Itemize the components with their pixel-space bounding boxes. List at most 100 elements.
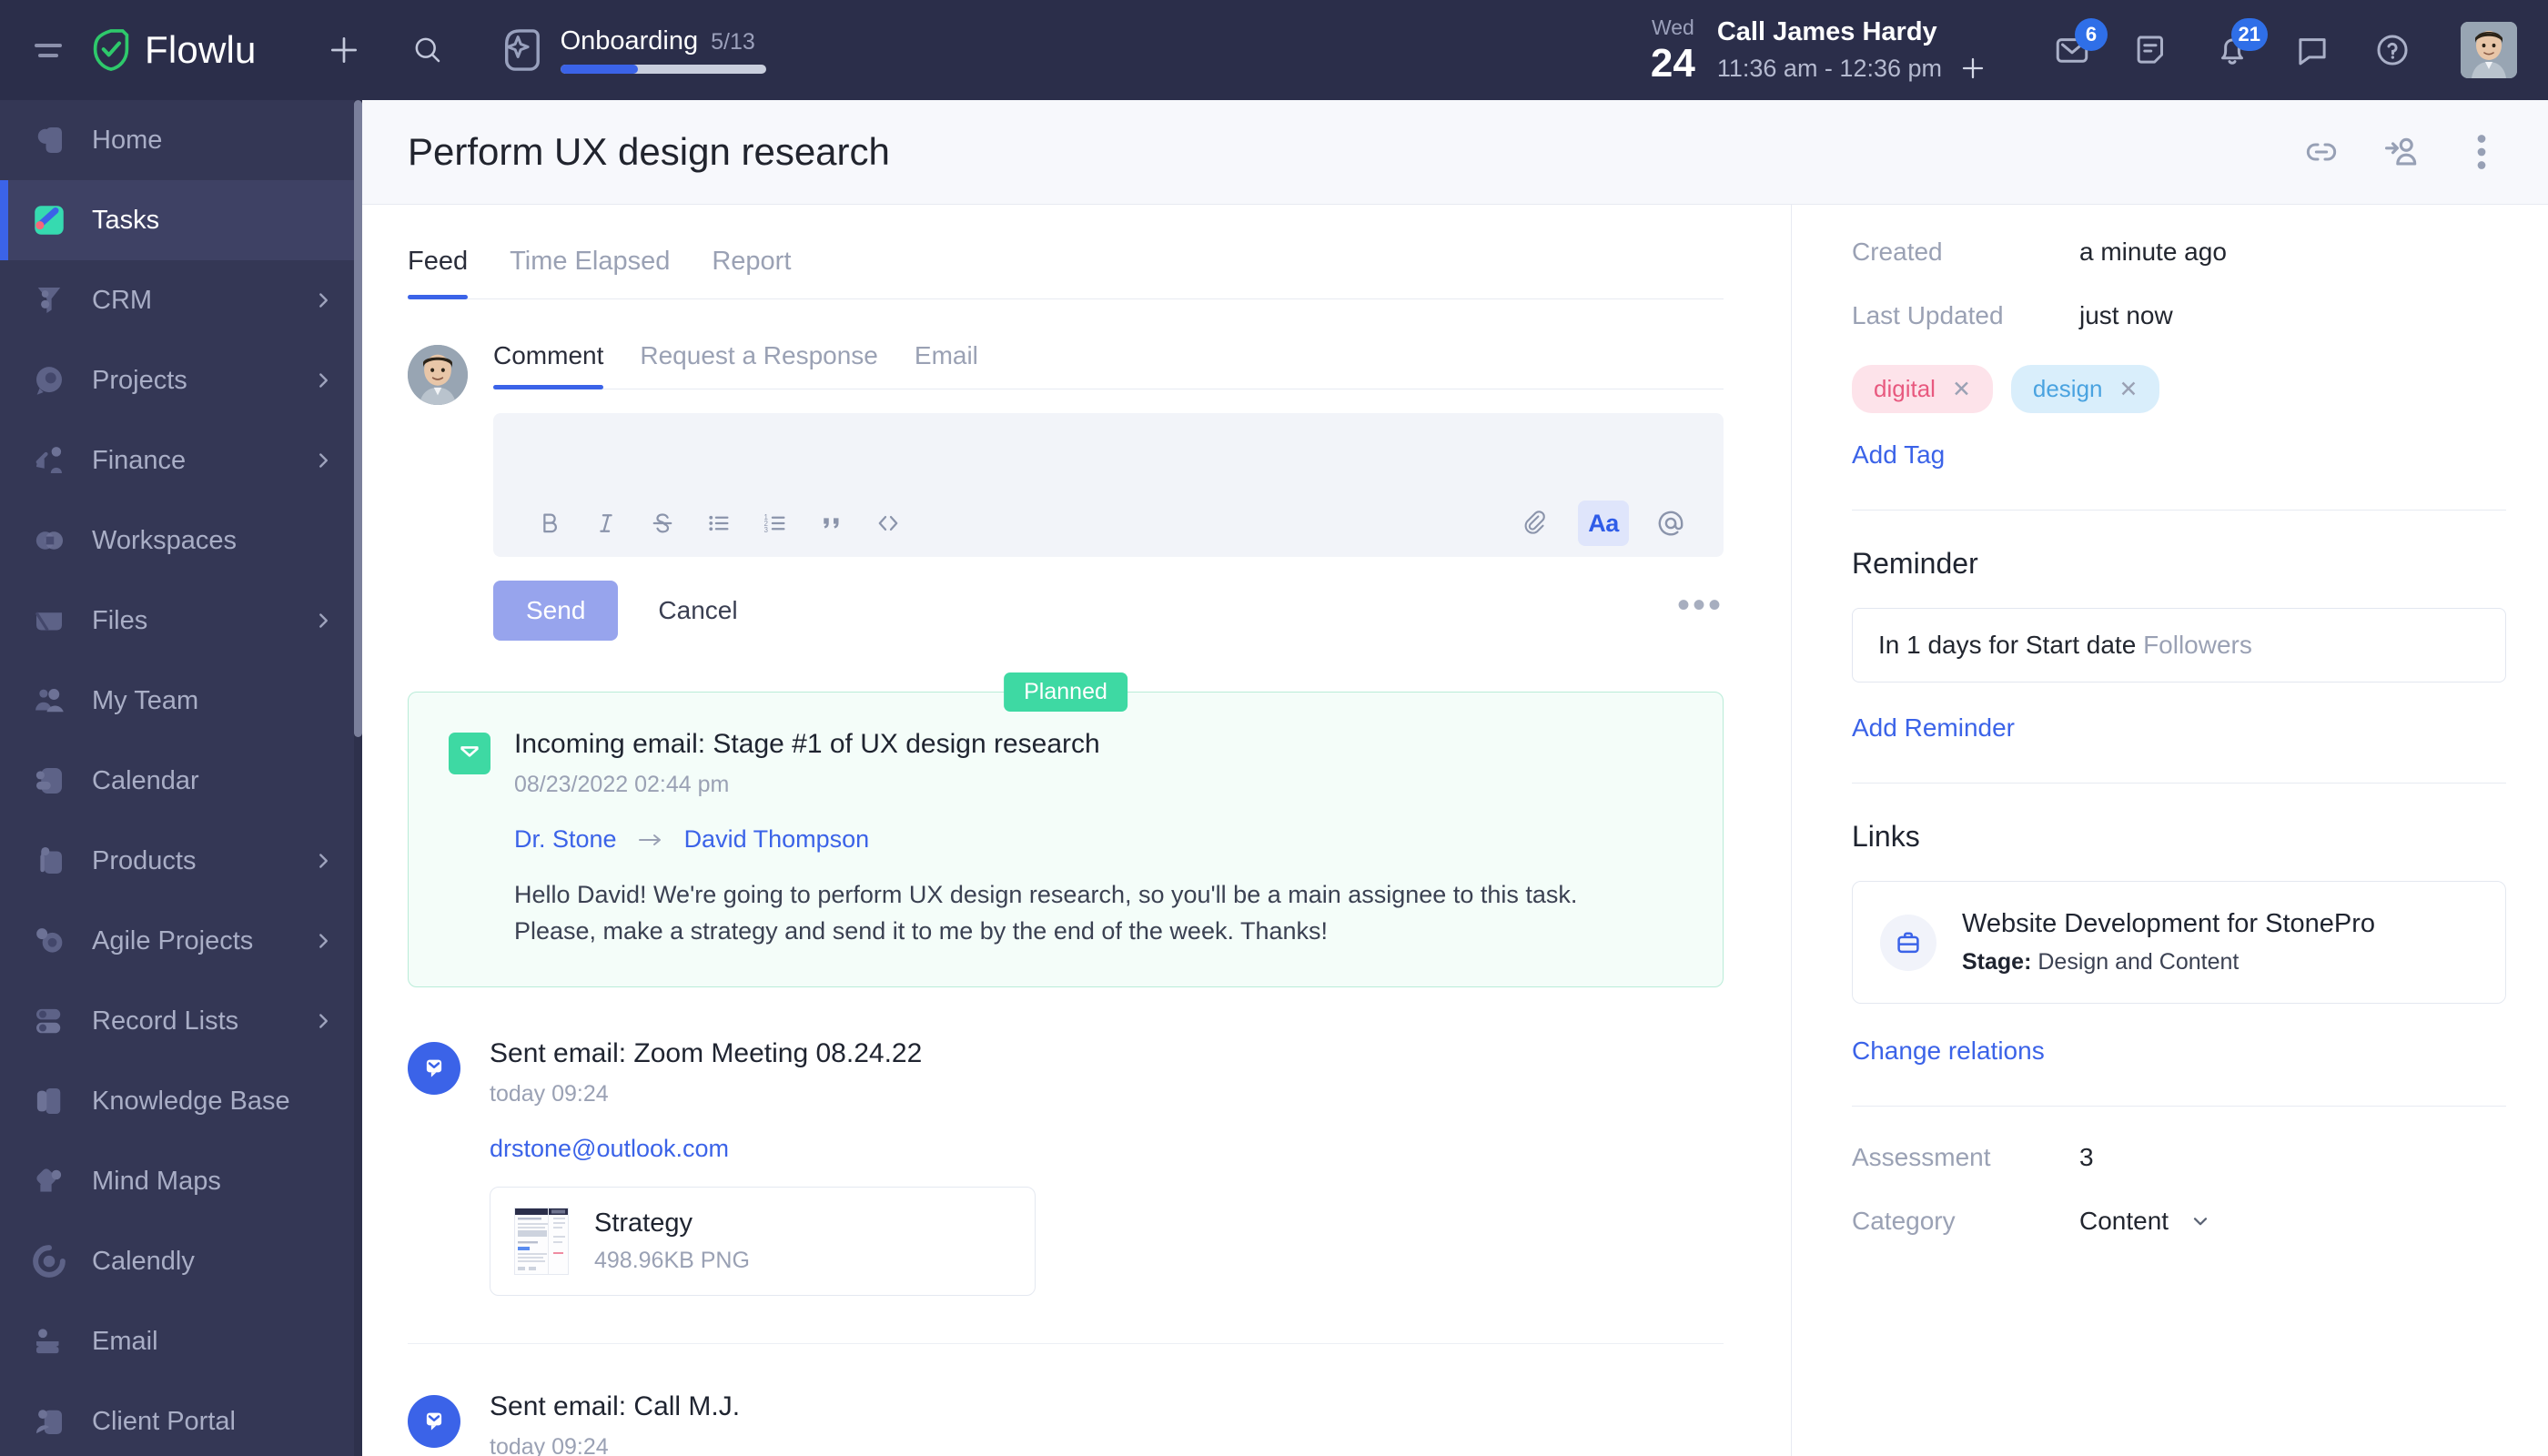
sidebar-item-label: Files — [92, 605, 148, 635]
strikethrough-icon[interactable] — [641, 501, 684, 545]
chevron-right-icon[interactable] — [311, 1009, 335, 1033]
email-to-link[interactable]: David Thompson — [684, 825, 870, 854]
sidebar-item-workspaces[interactable]: Workspaces — [0, 500, 362, 581]
italic-icon[interactable] — [584, 501, 628, 545]
bulleted-list-icon[interactable] — [697, 501, 741, 545]
sidebar-item-knowledge-base[interactable]: Knowledge Base — [0, 1061, 362, 1141]
add-assignee-icon[interactable] — [2379, 129, 2424, 175]
feed-email-card[interactable]: Planned Incoming email: Stage #1 of UX d… — [408, 672, 1724, 987]
composer-tab-request-a-response[interactable]: Request a Response — [640, 341, 878, 389]
add-tag-button[interactable]: Add Tag — [1852, 440, 1945, 470]
attachment-icon[interactable] — [1514, 501, 1558, 545]
chevron-right-icon[interactable] — [311, 849, 335, 873]
sidebar-item-products[interactable]: Products — [0, 821, 362, 901]
comment-editor[interactable]: 1 2 3 Aa — [493, 413, 1724, 557]
bell-icon[interactable]: 21 — [2208, 18, 2268, 75]
feed-row[interactable]: Sent email: Call M.J. today 09:24 taskee… — [408, 1391, 1724, 1456]
chevron-right-icon[interactable] — [311, 369, 335, 392]
bold-icon[interactable] — [528, 501, 571, 545]
sidebar-item-crm[interactable]: CRM — [0, 260, 362, 340]
composer-tab-comment[interactable]: Comment — [493, 341, 604, 389]
text-format-icon[interactable]: Aa — [1578, 500, 1629, 546]
link-card[interactable]: Website Development for StonePro Stage: … — [1852, 881, 2506, 1004]
link-icon[interactable] — [2299, 129, 2344, 175]
mail-icon[interactable]: 6 — [2048, 18, 2108, 75]
comment-composer: Comment Request a Response Email 1 2 3 A… — [408, 341, 1724, 641]
sidebar-item-files[interactable]: Files — [0, 581, 362, 661]
calendar-event-widget[interactable]: Wed 24 Call James Hardy 11:36 am - 12:36… — [1651, 16, 1987, 84]
chevron-right-icon[interactable] — [311, 449, 335, 472]
attachment-card[interactable]: Strategy 498.96KB PNG — [490, 1186, 1036, 1296]
sidebar-item-home[interactable]: Home — [0, 100, 362, 180]
tag-design[interactable]: design ✕ — [2010, 365, 2160, 413]
search-icon[interactable] — [402, 25, 453, 76]
sidebar-item-tasks[interactable]: Tasks — [0, 180, 362, 260]
sidebar-item-label: Knowledge Base — [92, 1086, 290, 1116]
reminder-field[interactable]: In 1 days for Start date Followers — [1852, 608, 2506, 682]
feed-row-body: Sent email: Zoom Meeting 08.24.22 today … — [490, 1038, 1036, 1296]
assessment-label: Assessment — [1852, 1143, 1991, 1171]
notes-icon[interactable] — [2128, 25, 2177, 75]
chevron-right-icon — [319, 293, 328, 308]
composer-tab-email[interactable]: Email — [915, 341, 978, 389]
sidebar-scrollbar-track[interactable] — [354, 100, 362, 1456]
sidebar-scrollbar-thumb[interactable] — [354, 100, 362, 737]
help-icon[interactable] — [2368, 25, 2417, 75]
more-vertical-icon[interactable] — [2459, 129, 2504, 175]
sidebar-item-finance[interactable]: Finance — [0, 420, 362, 500]
event-add-icon[interactable] — [1958, 54, 1987, 83]
hamburger-icon[interactable] — [35, 36, 66, 64]
sidebar-item-projects[interactable]: Projects — [0, 340, 362, 420]
composer-more-icon[interactable]: ••• — [1677, 587, 1724, 634]
add-reminder-button[interactable]: Add Reminder — [1852, 713, 2015, 743]
close-icon[interactable]: ✕ — [2119, 376, 2138, 403]
feed-row-email-link[interactable]: drstone@outlook.com — [490, 1135, 1036, 1163]
sidebar-item-label: Agile Projects — [92, 925, 254, 956]
app-body: Home Tasks CRM Projects Finance Workspaces Fil… — [0, 100, 2548, 1456]
sidebar-item-my-team[interactable]: My Team — [0, 661, 362, 741]
tab-feed[interactable]: Feed — [408, 247, 469, 299]
tab-time-elapsed[interactable]: Time Elapsed — [510, 247, 670, 298]
onboarding-widget[interactable]: Onboarding 5/13 — [500, 26, 766, 74]
numbered-list-icon[interactable]: 1 2 3 — [753, 501, 797, 545]
mention-icon[interactable] — [1649, 501, 1693, 545]
chevron-right-icon[interactable] — [311, 288, 335, 312]
tag-digital[interactable]: digital ✕ — [1852, 365, 1993, 413]
code-icon[interactable] — [866, 501, 910, 545]
links-heading: Links — [1852, 820, 1920, 853]
topbar-actions: 6 21 — [2048, 18, 2517, 78]
brand-logo[interactable]: Flowlu — [91, 28, 257, 72]
feed-row-body: Sent email: Call M.J. today 09:24 taskee… — [490, 1391, 740, 1456]
chevron-right-icon[interactable] — [311, 929, 335, 953]
cancel-button[interactable]: Cancel — [658, 596, 737, 625]
tab-report[interactable]: Report — [712, 247, 791, 298]
feed-row[interactable]: Sent email: Zoom Meeting 08.24.22 today … — [408, 1038, 1724, 1344]
chat-icon[interactable] — [2288, 25, 2337, 75]
plus-glyph — [330, 36, 357, 64]
close-icon[interactable]: ✕ — [1952, 376, 1971, 403]
sidebar-item-calendar[interactable]: Calendar — [0, 741, 362, 821]
assessment-value: 3 — [2079, 1143, 2094, 1171]
flowlu-check-icon — [93, 29, 129, 71]
category-select[interactable]: Content — [2079, 1207, 2212, 1236]
team-icon — [29, 681, 69, 721]
sidebar-item-email[interactable]: Email — [0, 1301, 362, 1381]
chevron-right-icon[interactable] — [311, 609, 335, 632]
plus-icon[interactable] — [318, 25, 369, 76]
feed-card-texts: Incoming email: Stage #1 of UX design re… — [514, 729, 1577, 950]
editor-toolbar-right: Aa — [1514, 500, 1693, 546]
sidebar-item-record-lists[interactable]: Record Lists — [0, 981, 362, 1061]
knowledge-icon — [29, 1081, 69, 1121]
sidebar-item-mind-maps[interactable]: Mind Maps — [0, 1141, 362, 1221]
avatar[interactable] — [2461, 22, 2517, 78]
sidebar-item-label: Home — [92, 125, 163, 155]
email-from-link[interactable]: Dr. Stone — [514, 825, 617, 854]
quote-icon[interactable] — [810, 501, 854, 545]
change-relations-button[interactable]: Change relations — [1852, 1036, 2045, 1066]
sidebar-item-agile-projects[interactable]: Agile Projects — [0, 901, 362, 981]
sidebar-item-label: Calendar — [92, 765, 199, 795]
sidebar-item-client-portal[interactable]: Client Portal — [0, 1381, 362, 1456]
send-button[interactable]: Send — [493, 581, 619, 641]
sidebar-item-calendly[interactable]: Calendly — [0, 1221, 362, 1301]
sparkle-icon — [504, 29, 540, 71]
